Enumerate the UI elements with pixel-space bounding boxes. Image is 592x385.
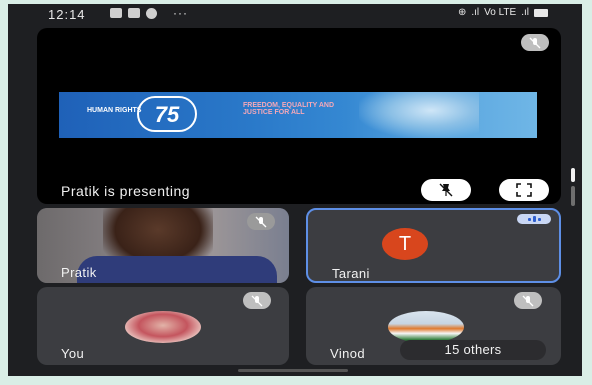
participant-tile-you[interactable]: You [37,287,289,365]
fullscreen-icon [516,183,532,197]
others-count-badge[interactable]: 15 others [400,340,546,360]
presenting-label: Pratik is presenting [61,183,191,199]
signal-icon: .ıl [471,7,480,18]
fullscreen-button[interactable] [499,179,549,201]
system-icons: ⊕ .ıl Vo LTE .ıl [458,7,548,18]
status-bar: 12:14 ··· ⊕ .ıl Vo LTE .ıl [8,4,582,24]
unpin-button[interactable] [421,179,471,201]
participant-name: You [61,346,85,361]
pin-off-icon [439,183,453,197]
avatar [125,311,201,343]
participant-video-body [77,256,277,283]
banner-hr-text: HUMAN RIGHTS [87,107,142,114]
scrollbar[interactable] [571,168,575,208]
mic-off-icon [247,213,275,230]
participant-name: Tarani [332,266,370,281]
call-icon [146,7,157,19]
notification-icons: ··· [110,6,188,20]
participant-tile-tarani[interactable]: T Tarani [306,208,561,283]
signal-icon-2: .ıl [521,7,529,18]
message-icon [128,8,140,18]
navigation-bar [8,365,582,376]
network-label: Vo LTE [484,7,517,18]
home-indicator[interactable] [238,369,348,372]
alarm-icon: ⊕ [457,7,467,18]
gallery-icon [110,8,122,18]
status-time: 12:14 [48,7,86,22]
scrollbar-thumb[interactable] [571,168,575,182]
more-notifications-icon: ··· [173,6,188,20]
participant-name: Vinod [330,346,366,361]
banner-figure-image [359,92,479,138]
participant-tile-vinod[interactable]: Vinod 15 others [306,287,561,365]
mic-off-icon [243,292,271,309]
banner-logo-75: 75 [137,96,197,132]
meeting-screen: 12:14 ··· ⊕ .ıl Vo LTE .ıl HUMAN RIGHTS … [8,4,582,376]
banner-slogan: FREEDOM, EQUALITY AND JUSTICE FOR ALL [243,102,335,116]
participant-name: Pratik [61,265,97,280]
scrollbar-track [571,186,575,206]
shared-screen-banner: HUMAN RIGHTS 75 FREEDOM, EQUALITY AND JU… [59,92,537,138]
mic-off-icon [514,292,542,309]
battery-icon [534,8,548,17]
speaking-indicator-icon [517,214,551,224]
avatar [388,311,464,343]
participant-tile-pratik[interactable]: Pratik [37,208,289,283]
avatar: T [382,228,428,260]
mic-off-icon [521,34,549,51]
presentation-tile[interactable]: HUMAN RIGHTS 75 FREEDOM, EQUALITY AND JU… [37,28,561,204]
